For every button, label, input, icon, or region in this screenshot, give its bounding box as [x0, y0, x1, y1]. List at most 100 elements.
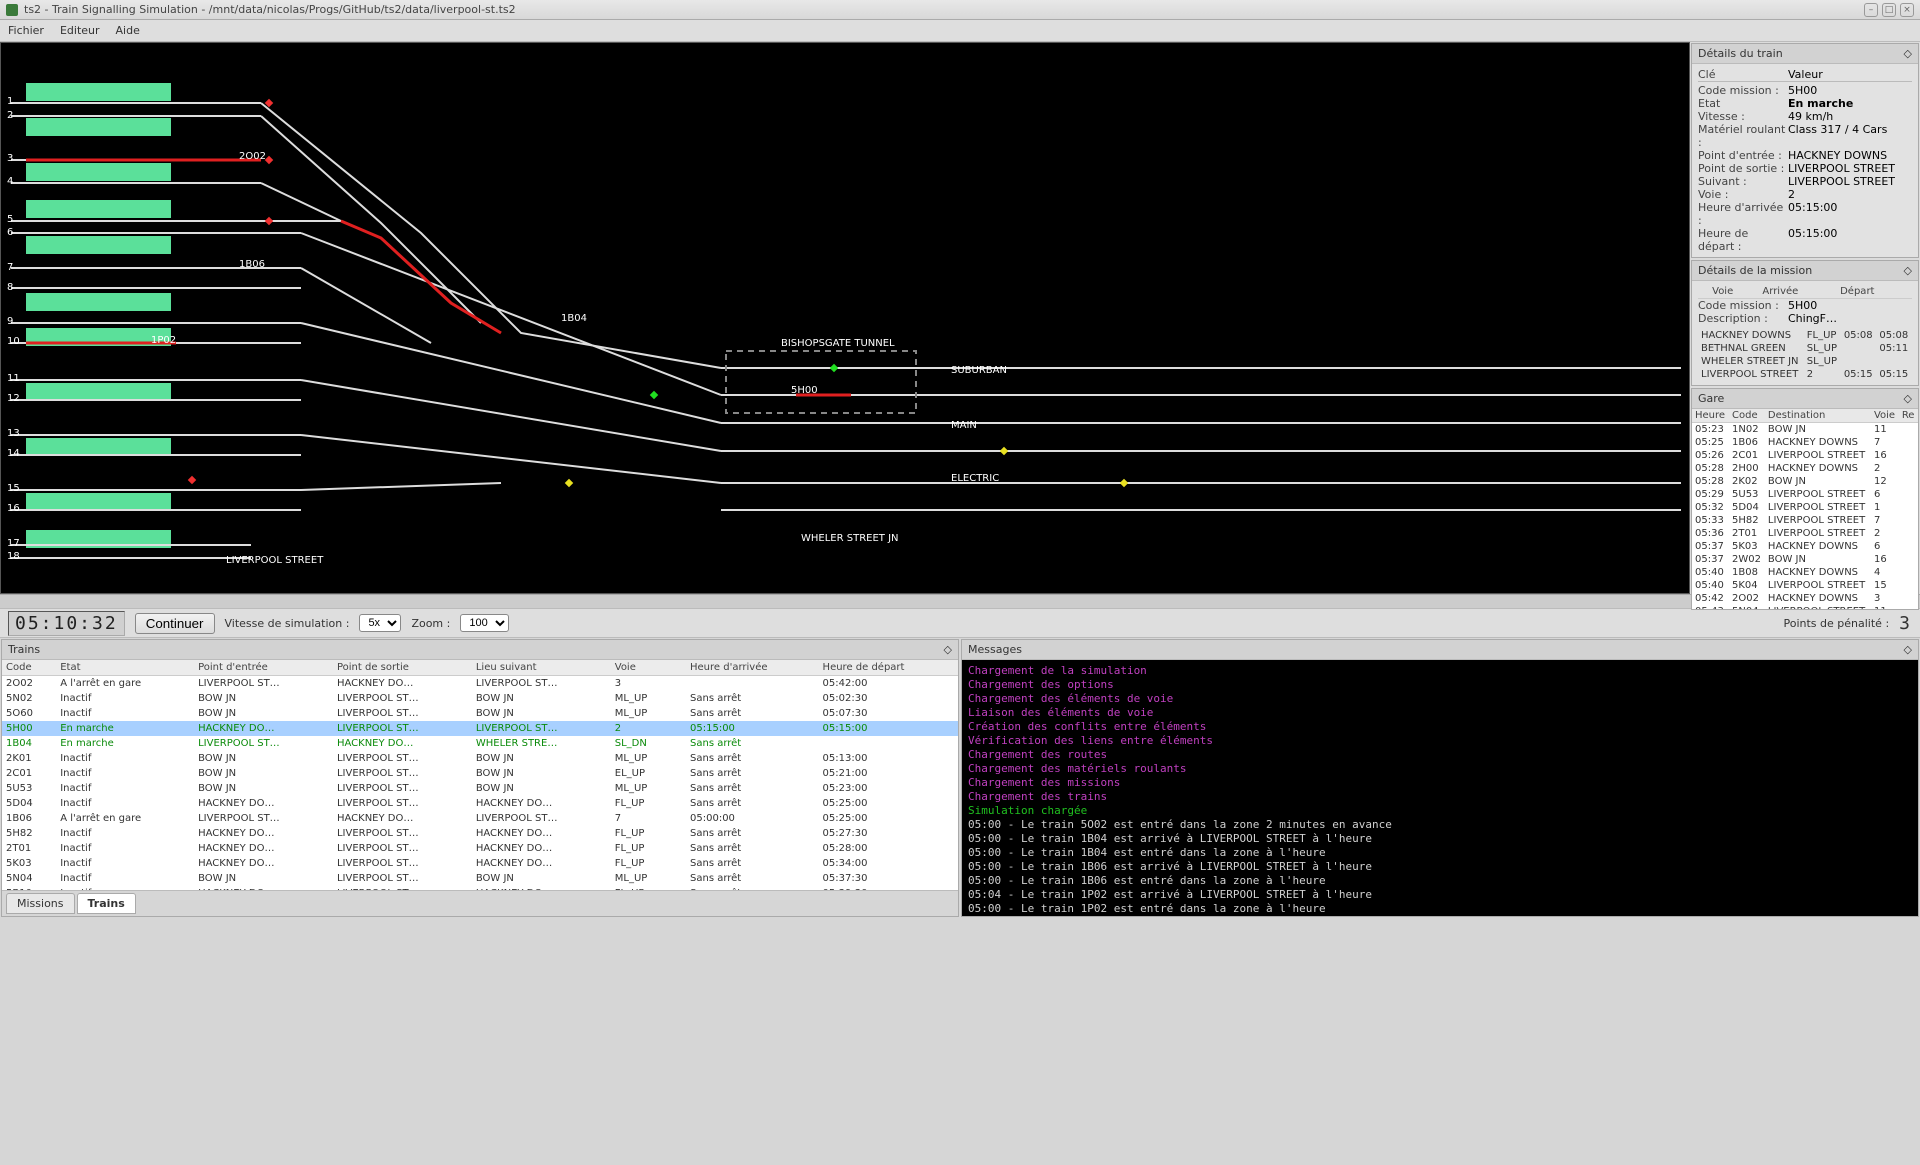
detail-row: Point d'entrée :HACKNEY DOWNS: [1698, 149, 1912, 162]
train-row[interactable]: 2T01InactifHACKNEY DO…LIVERPOOL ST…HACKN…: [2, 841, 958, 856]
train-row[interactable]: 5K03InactifHACKNEY DO…LIVERPOOL ST…HACKN…: [2, 856, 958, 871]
station-row[interactable]: 05:231N02BOW JN11: [1692, 423, 1918, 437]
penalty-value: 3: [1899, 613, 1912, 634]
train-row[interactable]: 5N02InactifBOW JNLIVERPOOL ST…BOW JNML_U…: [2, 691, 958, 706]
tab-trains[interactable]: Trains: [77, 893, 136, 914]
mission-stop-row: BETHNAL GREENSL_UP05:11: [1698, 342, 1912, 355]
station-row[interactable]: 05:372W02BOW JN16: [1692, 553, 1918, 566]
trains-col[interactable]: Etat: [56, 660, 194, 676]
detail-row: Voie :2: [1698, 188, 1912, 201]
log-line: Chargement des routes: [968, 748, 1912, 762]
train-row[interactable]: 5D04InactifHACKNEY DO…LIVERPOOL ST…HACKN…: [2, 796, 958, 811]
speed-label: Vitesse de simulation :: [225, 617, 350, 630]
station-row[interactable]: 05:422O02HACKNEY DOWNS3: [1692, 592, 1918, 605]
station-row[interactable]: 05:295U53LIVERPOOL STREET6: [1692, 488, 1918, 501]
trains-col[interactable]: Point de sortie: [333, 660, 472, 676]
train-row[interactable]: 5O60InactifBOW JNLIVERPOOL ST…BOW JNML_U…: [2, 706, 958, 721]
tab-missions[interactable]: Missions: [6, 893, 75, 914]
undock-icon[interactable]: ◇: [1904, 643, 1912, 656]
trains-col[interactable]: Point d'entrée: [194, 660, 333, 676]
control-bar: 05:10:32 Continuer Vitesse de simulation…: [0, 608, 1920, 638]
station-row[interactable]: 05:251B06HACKNEY DOWNS7: [1692, 436, 1918, 449]
station-title: Gare: [1698, 392, 1724, 405]
train-row[interactable]: 5U53InactifBOW JNLIVERPOOL ST…BOW JNML_U…: [2, 781, 958, 796]
log-line: 05:00 - Le train 1B04 est entré dans la …: [968, 846, 1912, 860]
log-line: Chargement des missions: [968, 776, 1912, 790]
detail-row: Code mission :5H00: [1698, 84, 1912, 97]
log-line: 05:00 - Le train 1P02 est entré dans la …: [968, 902, 1912, 916]
track-svg[interactable]: [1, 43, 1690, 594]
maximize-button[interactable]: □: [1882, 3, 1896, 17]
messages-title: Messages: [968, 643, 1022, 656]
zoom-select[interactable]: 100: [460, 614, 509, 632]
station-row[interactable]: 05:282H00HACKNEY DOWNS2: [1692, 462, 1918, 475]
trains-col[interactable]: Heure d'arrivée: [686, 660, 819, 676]
menu-help[interactable]: Aide: [116, 24, 140, 37]
station-row[interactable]: 05:405K04LIVERPOOL STREET15: [1692, 579, 1918, 592]
station-row[interactable]: 05:435N04LIVERPOOL STREET11: [1692, 605, 1918, 609]
undock-icon[interactable]: ◇: [1904, 264, 1912, 277]
log-line: 05:00 - Le train 5O02 est entré dans la …: [968, 818, 1912, 832]
station-row[interactable]: 05:362T01LIVERPOOL STREET2: [1692, 527, 1918, 540]
menubar: Fichier Editeur Aide: [0, 20, 1920, 42]
station-row[interactable]: 05:282K02BOW JN12: [1692, 475, 1918, 488]
log-line: 05:04 - Le train 1P02 est arrivé à LIVER…: [968, 888, 1912, 902]
station-col[interactable]: Heure: [1692, 409, 1729, 423]
log-line: 05:00 - Le train 1B04 est arrivé à LIVER…: [968, 832, 1912, 846]
mission-details-title: Détails de la mission: [1698, 264, 1812, 277]
undock-icon[interactable]: ◇: [1904, 47, 1912, 60]
undock-icon[interactable]: ◇: [944, 643, 952, 656]
station-row[interactable]: 05:375K03HACKNEY DOWNS6: [1692, 540, 1918, 553]
track-diagram[interactable]: 123456789101112131415161718 BISHOPSGATE …: [0, 42, 1690, 594]
train-row[interactable]: 2C01InactifBOW JNLIVERPOOL ST…BOW JNEL_U…: [2, 766, 958, 781]
station-col[interactable]: Voie: [1871, 409, 1899, 423]
log-line: Liaison des éléments de voie: [968, 706, 1912, 720]
mission-stop-row: LIVERPOOL STREET205:1505:15: [1698, 368, 1912, 381]
trains-col[interactable]: Heure de départ: [819, 660, 958, 676]
log-line: Chargement des éléments de voie: [968, 692, 1912, 706]
train-details-panel: Détails du train◇ CléValeur Code mission…: [1691, 43, 1919, 258]
station-row[interactable]: 05:335H82LIVERPOOL STREET7: [1692, 514, 1918, 527]
detail-row: Heure de départ :05:15:00: [1698, 227, 1912, 253]
menu-file[interactable]: Fichier: [8, 24, 44, 37]
station-col[interactable]: Re: [1899, 409, 1918, 423]
messages-log[interactable]: Chargement de la simulation Chargement de…: [962, 660, 1918, 916]
train-row[interactable]: 5H00En marcheHACKNEY DO…LIVERPOOL ST…LIV…: [2, 721, 958, 736]
close-button[interactable]: ×: [1900, 3, 1914, 17]
log-line: Création des conflits entre éléments: [968, 720, 1912, 734]
undock-icon[interactable]: ◇: [1904, 392, 1912, 405]
trains-panel-title: Trains: [8, 643, 40, 656]
station-col[interactable]: Destination: [1765, 409, 1871, 423]
menu-edit[interactable]: Editeur: [60, 24, 100, 37]
detail-row: Point de sortie :LIVERPOOL STREET: [1698, 162, 1912, 175]
continue-button[interactable]: Continuer: [135, 613, 215, 634]
track-scrollbar[interactable]: [0, 594, 1920, 608]
penalty-label: Points de pénalité :: [1784, 617, 1890, 630]
window-titlebar: ts2 - Train Signalling Simulation - /mnt…: [0, 0, 1920, 20]
train-row[interactable]: 5H82InactifHACKNEY DO…LIVERPOOL ST…HACKN…: [2, 826, 958, 841]
log-line: 05:00 - Le train 1B06 est arrivé à LIVER…: [968, 860, 1912, 874]
messages-panel: Messages◇ Chargement de la simulationCha…: [961, 639, 1919, 917]
train-row[interactable]: 2K01InactifBOW JNLIVERPOOL ST…BOW JNML_U…: [2, 751, 958, 766]
log-line: Chargement des matériels roulants: [968, 762, 1912, 776]
station-row[interactable]: 05:325D04LIVERPOOL STREET1: [1692, 501, 1918, 514]
trains-col[interactable]: Lieu suivant: [472, 660, 611, 676]
mission-info-row: Code mission :5H00: [1698, 299, 1912, 312]
mission-details-panel: Détails de la mission◇ VoieArrivéeDépart…: [1691, 260, 1919, 386]
trains-col[interactable]: [674, 660, 686, 676]
trains-col[interactable]: Voie: [611, 660, 674, 676]
station-row[interactable]: 05:401B08HACKNEY DOWNS4: [1692, 566, 1918, 579]
log-line: Chargement de la simulation: [968, 664, 1912, 678]
train-row[interactable]: 5N04InactifBOW JNLIVERPOOL ST…BOW JNML_U…: [2, 871, 958, 886]
station-col[interactable]: Code: [1729, 409, 1765, 423]
train-row[interactable]: 1B06A l'arrêt en gareLIVERPOOL ST…HACKNE…: [2, 811, 958, 826]
station-panel: Gare ◇ HeureCodeDestinationVoieRe 05:231N…: [1691, 388, 1919, 610]
minimize-button[interactable]: –: [1864, 3, 1878, 17]
station-row[interactable]: 05:262C01LIVERPOOL STREET16: [1692, 449, 1918, 462]
train-row[interactable]: 1B04En marcheLIVERPOOL ST…HACKNEY DO…WHE…: [2, 736, 958, 751]
log-line: Simulation chargée: [968, 804, 1912, 818]
speed-select[interactable]: 5x: [359, 614, 401, 632]
train-row[interactable]: 2O02A l'arrêt en gareLIVERPOOL ST…HACKNE…: [2, 676, 958, 692]
trains-col[interactable]: Code: [2, 660, 56, 676]
mission-info-row: Description :ChingF…: [1698, 312, 1912, 325]
